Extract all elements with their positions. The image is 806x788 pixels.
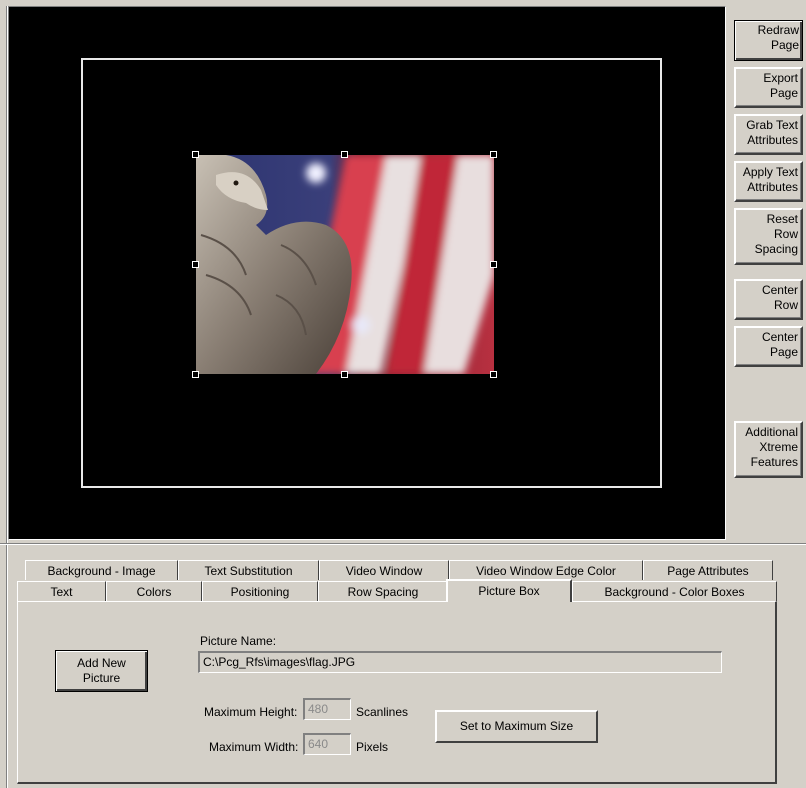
picture-name-label: Picture Name: (200, 634, 277, 648)
picture-box-image[interactable] (196, 155, 494, 374)
resize-handle-nw[interactable] (192, 151, 199, 158)
resize-handle-sw[interactable] (192, 371, 199, 378)
apply-text-attributes-button[interactable]: Apply Text Attributes (734, 161, 803, 202)
resize-handle-w[interactable] (192, 261, 199, 268)
additional-xtreme-features-button[interactable]: Additional Xtreme Features (734, 421, 803, 478)
scanlines-label: Scanlines (356, 705, 409, 719)
set-to-maximum-size-button[interactable]: Set to Maximum Size (435, 710, 598, 743)
eagle-flag-image (196, 155, 494, 374)
tab-positioning[interactable]: Positioning (202, 581, 318, 601)
pixels-label: Pixels (356, 740, 389, 754)
resize-handle-se[interactable] (490, 371, 497, 378)
tab-picture-box[interactable]: Picture Box (446, 579, 572, 602)
picture-name-field[interactable]: C:\Pcg_Rfs\images\flag.JPG (198, 651, 722, 673)
max-height-field[interactable]: 480 (303, 698, 351, 720)
reset-row-spacing-button[interactable]: Reset Row Spacing (734, 208, 803, 265)
center-row-button[interactable]: Center Row (734, 279, 803, 320)
max-height-label: Maximum Height: (204, 705, 298, 719)
max-width-field[interactable]: 640 (303, 733, 351, 755)
resize-handle-e[interactable] (490, 261, 497, 268)
tab-text[interactable]: Text (17, 581, 106, 601)
tab-page-attributes[interactable]: Page Attributes (643, 560, 773, 580)
center-page-button[interactable]: Center Page (734, 326, 803, 367)
add-new-picture-button[interactable]: Add New Picture (55, 650, 148, 692)
tab-video-window[interactable]: Video Window (319, 560, 449, 580)
tab-background-image[interactable]: Background - Image (25, 560, 178, 580)
panel-separator (0, 543, 806, 545)
resize-handle-ne[interactable] (490, 151, 497, 158)
tab-text-substitution[interactable]: Text Substitution (178, 560, 319, 580)
export-page-button[interactable]: Export Page (734, 67, 803, 108)
tab-video-window-edge-color[interactable]: Video Window Edge Color (449, 560, 643, 580)
tab-background-color-boxes[interactable]: Background - Color Boxes (572, 581, 777, 601)
picture-box-panel: Add New Picture Picture Name: C:\Pcg_Rfs… (17, 601, 777, 784)
redraw-page-button[interactable]: Redraw Page (734, 20, 803, 61)
tab-colors[interactable]: Colors (106, 581, 202, 601)
tab-row-spacing[interactable]: Row Spacing (318, 581, 448, 601)
resize-handle-s[interactable] (341, 371, 348, 378)
page-preview[interactable] (8, 6, 726, 540)
grab-text-attributes-button[interactable]: Grab Text Attributes (734, 114, 803, 155)
resize-handle-n[interactable] (341, 151, 348, 158)
max-width-label: Maximum Width: (209, 740, 299, 754)
